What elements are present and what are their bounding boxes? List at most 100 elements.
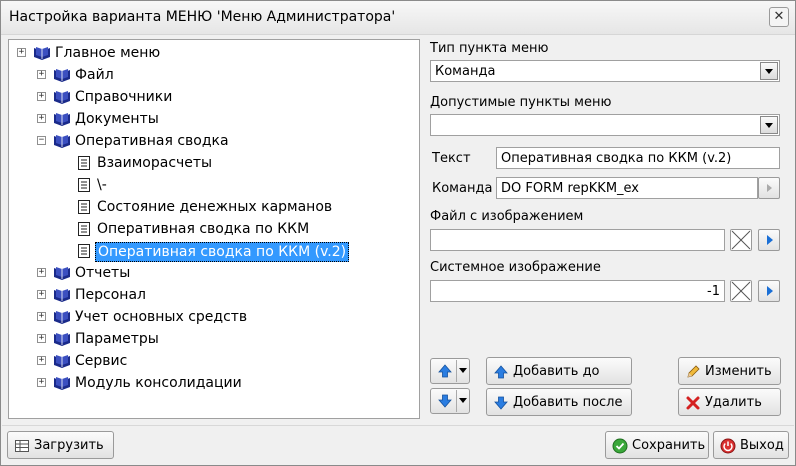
chevron-down-icon[interactable] [459, 398, 467, 404]
load-button[interactable]: Загрузить [7, 431, 114, 459]
expand-toggle[interactable]: + [37, 114, 46, 123]
arrow-down-icon [494, 396, 508, 410]
tree-label: Модуль консолидации [75, 375, 242, 391]
document-icon [78, 222, 90, 236]
split-divider [456, 390, 457, 412]
pencil-icon [687, 365, 700, 378]
tree-label: Сервис [75, 353, 128, 369]
delete-button[interactable]: Удалить [678, 388, 781, 416]
title-bar: Настройка варианта МЕНЮ 'Меню Администра… [1, 1, 795, 35]
expand-toggle[interactable]: + [37, 70, 46, 79]
save-label: Сохранить [632, 438, 706, 453]
type-select[interactable]: Команда [430, 60, 780, 82]
exit-button[interactable]: Выход [713, 431, 789, 459]
tree-label: Оперативная сводка по ККМ (v.2) [95, 242, 350, 262]
move-up-button[interactable] [430, 358, 470, 384]
tree-label: Справочники [75, 89, 173, 105]
book-icon [54, 69, 70, 82]
document-icon [78, 156, 90, 170]
add-before-label: Добавить до [513, 364, 600, 379]
tree-label: Персонал [75, 287, 146, 303]
tree-item-service[interactable]: + Сервис [9, 350, 419, 372]
power-icon [720, 438, 736, 454]
expand-toggle[interactable]: + [37, 356, 46, 365]
expand-toggle[interactable]: + [37, 92, 46, 101]
book-icon [34, 47, 50, 60]
arrow-up-icon [494, 365, 508, 379]
type-label: Тип пункта меню [430, 41, 549, 56]
change-button[interactable]: Изменить [678, 357, 781, 385]
delete-icon [686, 396, 700, 410]
expand-toggle[interactable]: + [17, 48, 26, 57]
book-icon [54, 333, 70, 346]
tree-subitem[interactable]: Состояние денежных карманов [9, 196, 419, 218]
dialog-window: Настройка варианта МЕНЮ 'Меню Администра… [0, 0, 796, 466]
browse-system-image-button[interactable] [758, 280, 780, 302]
tree-label: \- [97, 177, 107, 193]
tree-subitem[interactable]: Взаиморасчеты [9, 152, 419, 174]
tree-item-documents[interactable]: + Документы [9, 108, 419, 130]
book-icon [54, 135, 70, 148]
add-after-button[interactable]: Добавить после [486, 388, 632, 416]
play-icon [767, 286, 773, 296]
browse-image-button[interactable] [758, 229, 780, 251]
document-icon [78, 178, 90, 192]
image-file-label: Файл с изображением [430, 209, 584, 224]
tree-item-fixed-assets[interactable]: + Учет основных средств [9, 306, 419, 328]
type-value: Команда [435, 64, 496, 79]
load-label: Загрузить [34, 438, 104, 453]
command-label: Команда [432, 181, 493, 196]
tree-item-personnel[interactable]: + Персонал [9, 284, 419, 306]
tree-subitem[interactable]: \- [9, 174, 419, 196]
allowed-select[interactable] [430, 114, 780, 136]
tree-item-references[interactable]: + Справочники [9, 86, 419, 108]
clear-image-button[interactable] [730, 229, 752, 251]
tree-subitem-selected[interactable]: Оперативная сводка по ККМ (v.2) [9, 240, 419, 262]
tree-item-file[interactable]: + Файл [9, 64, 419, 86]
clear-icon [731, 281, 751, 301]
move-down-button[interactable] [430, 388, 470, 414]
expand-toggle[interactable]: + [37, 290, 46, 299]
collapse-toggle[interactable]: − [37, 136, 46, 145]
tree-item-parameters[interactable]: + Параметры [9, 328, 419, 350]
table-icon [15, 440, 29, 452]
expand-toggle[interactable]: + [37, 312, 46, 321]
chevron-down-icon[interactable] [760, 116, 778, 134]
tree-label: Отчеты [75, 265, 131, 281]
clear-icon [731, 230, 751, 250]
system-image-field[interactable]: -1 [430, 280, 725, 302]
book-icon [54, 289, 70, 302]
tree-label: Учет основных средств [75, 309, 248, 325]
play-icon [767, 184, 772, 192]
save-button[interactable]: Сохранить [605, 431, 709, 459]
book-icon [54, 355, 70, 368]
window-title: Настройка варианта МЕНЮ 'Меню Администра… [9, 9, 396, 25]
expand-toggle[interactable]: + [37, 268, 46, 277]
chevron-down-icon[interactable] [459, 368, 467, 374]
tree-item-operational-summary[interactable]: − Оперативная сводка [9, 130, 419, 152]
document-icon [78, 244, 90, 258]
tree-subitem[interactable]: Оперативная сводка по ККМ [9, 218, 419, 240]
tree-item-reports[interactable]: + Отчеты [9, 262, 419, 284]
expand-toggle[interactable]: + [37, 334, 46, 343]
expand-toggle[interactable]: + [37, 378, 46, 387]
delete-label: Удалить [705, 395, 762, 410]
tree-label: Взаиморасчеты [97, 155, 213, 171]
tree-item-root[interactable]: + Главное меню [9, 42, 419, 64]
allowed-label: Допустимые пункты меню [430, 95, 612, 110]
tree-item-consolidation[interactable]: + Модуль консолидации [9, 372, 419, 394]
command-field[interactable]: DO FORM repKKM_ex [496, 177, 758, 199]
text-field[interactable]: Оперативная сводка по ККМ (v.2) [496, 147, 780, 169]
chevron-down-icon[interactable] [760, 62, 778, 80]
close-button[interactable]: ✕ [769, 7, 789, 27]
system-image-label: Системное изображение [430, 260, 601, 275]
menu-tree[interactable]: + Главное меню + Файл + Справочники + До… [8, 39, 420, 419]
book-icon [54, 311, 70, 324]
command-browse-button[interactable] [758, 177, 780, 199]
book-icon [54, 377, 70, 390]
add-before-button[interactable]: Добавить до [486, 357, 632, 385]
clear-system-image-button[interactable] [730, 280, 752, 302]
image-file-field[interactable] [430, 229, 725, 251]
arrow-down-icon [438, 394, 452, 408]
exit-label: Выход [740, 438, 784, 453]
